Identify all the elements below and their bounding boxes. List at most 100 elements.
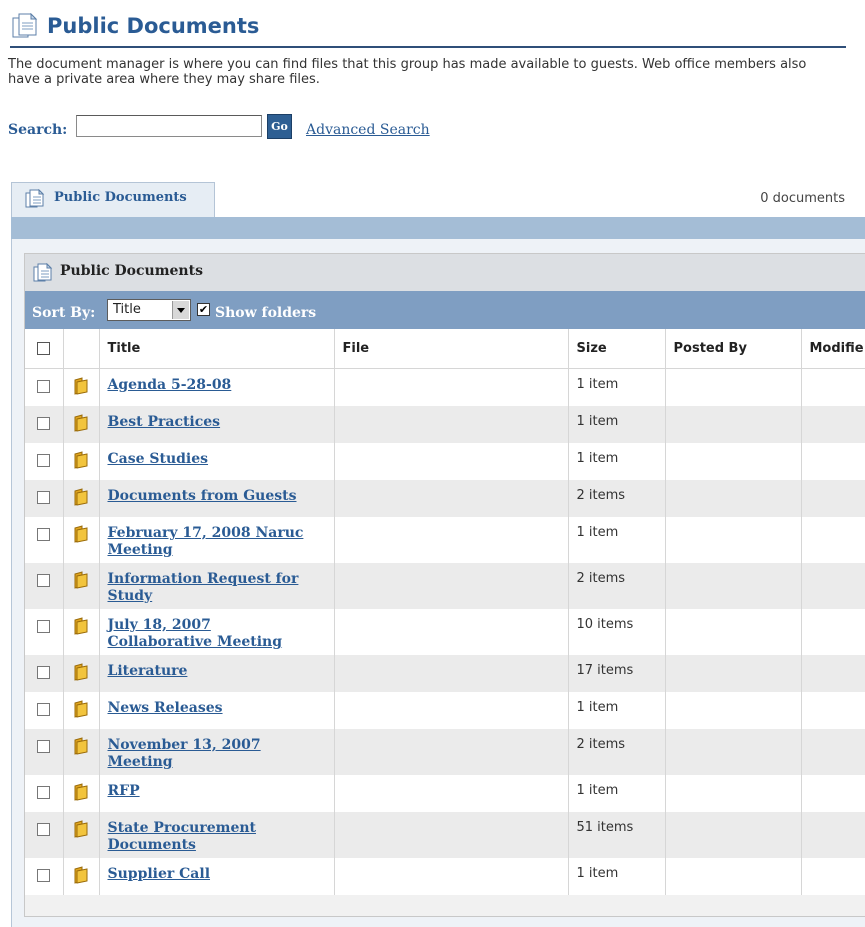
folder-icon[interactable] (72, 663, 90, 685)
row-select-cell (25, 517, 64, 563)
folder-title-link[interactable]: Documents from Guests (108, 488, 318, 505)
folder-title-link[interactable]: November 13, 2007 Meeting (108, 737, 318, 771)
row-icon-cell (63, 692, 100, 729)
folder-title-link[interactable]: Information Request for Study (108, 571, 318, 605)
sort-by-label: Sort By: (32, 305, 96, 321)
folder-title-link[interactable]: Agenda 5-28-08 (108, 377, 318, 394)
folder-icon[interactable] (72, 783, 90, 805)
row-checkbox[interactable] (37, 786, 51, 799)
row-icon-cell (63, 406, 100, 443)
show-folders-label[interactable]: Show folders (215, 305, 316, 321)
folder-title-link[interactable]: February 17, 2008 Naruc Meeting (108, 525, 318, 559)
table-row: Literature 17 items (25, 655, 865, 692)
size-cell: 1 item (568, 858, 666, 895)
row-checkbox[interactable] (37, 823, 51, 836)
documents-panel: Public Documents Sort By: Title ✔ Show f… (24, 253, 865, 917)
row-checkbox[interactable] (37, 740, 51, 753)
column-header-modified[interactable]: Modifie (801, 329, 865, 369)
chevron-down-icon[interactable] (172, 301, 189, 319)
folder-icon[interactable] (72, 820, 90, 842)
row-checkbox[interactable] (37, 666, 51, 679)
row-icon-cell (63, 563, 100, 609)
size-cell: 2 items (568, 563, 666, 609)
folder-title-link[interactable]: Supplier Call (108, 866, 318, 883)
document-icon (33, 262, 53, 287)
posted-by-cell (665, 692, 802, 729)
row-checkbox[interactable] (37, 417, 51, 430)
folder-title-link[interactable]: News Releases (108, 700, 318, 717)
posted-by-cell (665, 729, 802, 775)
page-header: Public Documents (10, 8, 846, 48)
posted-by-cell (665, 812, 802, 858)
sort-select[interactable]: Title (107, 299, 191, 321)
advanced-search-link[interactable]: Advanced Search (306, 122, 430, 138)
size-cell: 2 items (568, 480, 666, 517)
column-header-size[interactable]: Size (568, 329, 666, 369)
table-row: Case Studies 1 item (25, 443, 865, 480)
row-select-cell (25, 692, 64, 729)
folder-title-link[interactable]: Best Practices (108, 414, 318, 431)
row-select-cell (25, 729, 64, 775)
size-value: 1 item (576, 700, 619, 715)
row-select-cell (25, 480, 64, 517)
folder-icon[interactable] (72, 700, 90, 722)
folder-title-link[interactable]: RFP (108, 783, 318, 800)
folder-icon[interactable] (72, 414, 90, 436)
row-checkbox[interactable] (37, 380, 51, 393)
search-input[interactable] (76, 115, 262, 137)
folder-icon[interactable] (72, 451, 90, 473)
panel-title: Public Documents (60, 263, 203, 279)
folder-title-link[interactable]: State Procurement Documents (108, 820, 318, 854)
row-icon-cell (63, 517, 100, 563)
table-row: Supplier Call 1 item (25, 858, 865, 895)
column-header-title[interactable]: Title (99, 329, 335, 369)
modified-cell (801, 609, 865, 655)
table-row: July 18, 2007 Collaborative Meeting 10 it… (25, 609, 865, 655)
folder-icon[interactable] (72, 488, 90, 510)
row-select-cell (25, 563, 64, 609)
column-header-file[interactable]: File (334, 329, 569, 369)
file-cell (334, 775, 569, 812)
size-value: 10 items (576, 617, 634, 632)
row-checkbox[interactable] (37, 703, 51, 716)
modified-cell (801, 692, 865, 729)
size-cell: 1 item (568, 692, 666, 729)
title-cell: State Procurement Documents (99, 812, 335, 858)
title-cell: Best Practices (99, 406, 335, 443)
folder-icon[interactable] (72, 525, 90, 547)
select-all-checkbox[interactable] (37, 342, 51, 355)
folder-title-link[interactable]: July 18, 2007 Collaborative Meeting (108, 617, 318, 651)
size-value: 2 items (576, 737, 626, 752)
folder-icon[interactable] (72, 571, 90, 593)
row-checkbox[interactable] (37, 491, 51, 504)
row-checkbox[interactable] (37, 528, 51, 541)
folder-title-link[interactable]: Literature (108, 663, 318, 680)
folder-icon[interactable] (72, 866, 90, 888)
file-cell (334, 692, 569, 729)
document-count: 0 documents (760, 191, 845, 206)
posted-by-cell (665, 775, 802, 812)
documents-table: Title File Size Posted By Modifie Agenda… (25, 329, 865, 895)
folder-icon[interactable] (72, 377, 90, 399)
column-header-posted-by[interactable]: Posted By (665, 329, 802, 369)
go-button[interactable]: Go (267, 114, 292, 139)
search-bar: Search: Go Advanced Search (8, 114, 488, 144)
sort-bar: Sort By: Title ✔ Show folders (25, 291, 865, 329)
row-icon-cell (63, 443, 100, 480)
folder-icon[interactable] (72, 617, 90, 639)
row-checkbox[interactable] (37, 454, 51, 467)
folder-icon[interactable] (72, 737, 90, 759)
table-row: Documents from Guests 2 items (25, 480, 865, 517)
modified-cell (801, 563, 865, 609)
size-cell: 10 items (568, 609, 666, 655)
folder-title-link[interactable]: Case Studies (108, 451, 318, 468)
tab-public-documents[interactable]: Public Documents (11, 182, 215, 218)
row-checkbox[interactable] (37, 574, 51, 587)
row-checkbox[interactable] (37, 620, 51, 633)
row-icon-cell (63, 812, 100, 858)
row-icon-cell (63, 609, 100, 655)
show-folders-checkbox[interactable]: ✔ (197, 303, 210, 316)
row-checkbox[interactable] (37, 869, 51, 882)
tab-band (11, 217, 865, 239)
row-icon-cell (63, 775, 100, 812)
